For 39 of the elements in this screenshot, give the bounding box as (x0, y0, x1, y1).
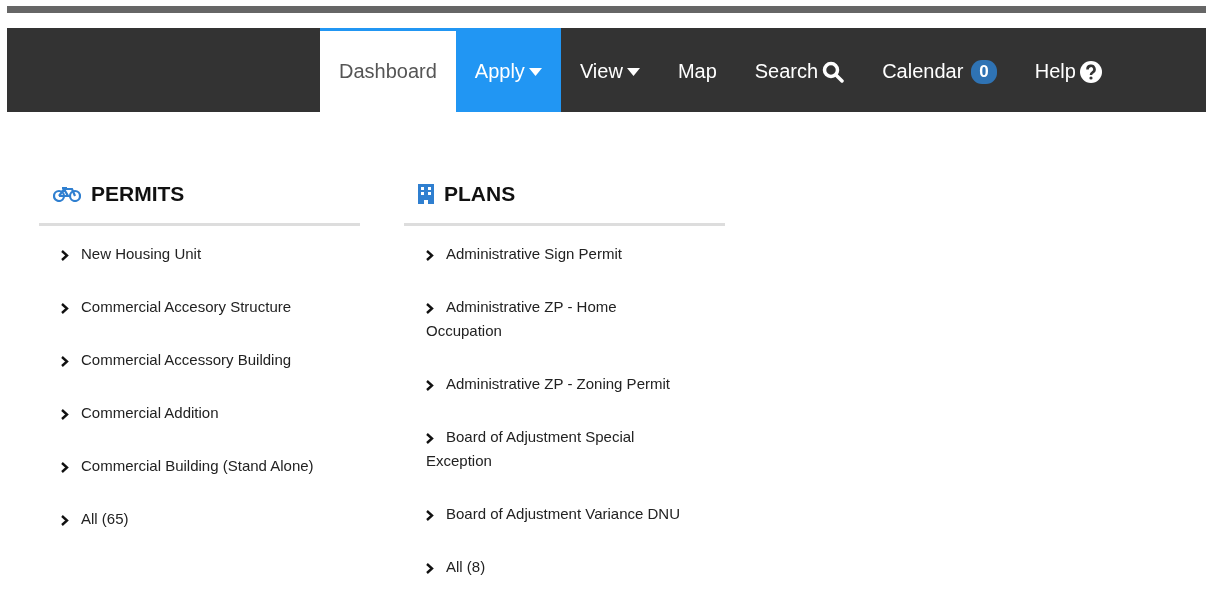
chevron-icon (426, 249, 434, 261)
chevron-icon (426, 562, 434, 574)
nav-tab[interactable]: Map (658, 28, 736, 112)
application-link[interactable]: All (8) (426, 555, 681, 579)
application-link[interactable]: New Housing Unit (61, 242, 316, 266)
chevron-icon (61, 461, 69, 473)
chevron-icon (426, 302, 434, 314)
chevron-icon (426, 432, 434, 444)
bicycle-icon (53, 186, 81, 202)
nav-tab[interactable]: Dashboard (320, 28, 456, 112)
section-title: PERMITS (91, 182, 185, 206)
chevron-icon (61, 302, 69, 314)
chevron-icon (426, 509, 434, 521)
help-icon (1079, 60, 1102, 83)
chevron-icon (61, 514, 69, 526)
chevron-icon (426, 379, 434, 391)
application-link[interactable]: Administrative Sign Permit (426, 242, 681, 266)
application-link[interactable]: Administrative ZP - Home Occupation (426, 295, 681, 343)
caret-icon (528, 67, 542, 76)
nav-tab[interactable]: Help (1015, 28, 1121, 112)
application-link[interactable]: Commercial Accesory Structure (61, 295, 316, 319)
count-badge: 0 (971, 59, 997, 84)
application-link[interactable]: Commercial Accessory Building (61, 348, 316, 372)
nav-tab[interactable]: View (560, 28, 659, 112)
section-title: PLANS (444, 182, 516, 206)
application-link[interactable]: Board of Adjustment Variance DNU (426, 502, 681, 526)
chevron-icon (61, 408, 69, 420)
application-link[interactable]: Board of Adjustment Special Exception (426, 425, 681, 473)
chevron-icon (61, 249, 69, 261)
caret-icon (626, 67, 640, 76)
nav-tab[interactable]: Calendar 0 (863, 28, 1016, 112)
nav-tab[interactable]: Search (735, 28, 864, 112)
application-link[interactable]: Commercial Building (Stand Alone) (61, 454, 316, 478)
application-link[interactable]: Commercial Addition (61, 401, 316, 425)
search-icon (822, 60, 845, 83)
chevron-icon (61, 355, 69, 367)
building-icon (418, 184, 434, 204)
application-link[interactable]: All (65) (61, 507, 316, 531)
application-link[interactable]: Administrative ZP - Zoning Permit (426, 372, 681, 396)
